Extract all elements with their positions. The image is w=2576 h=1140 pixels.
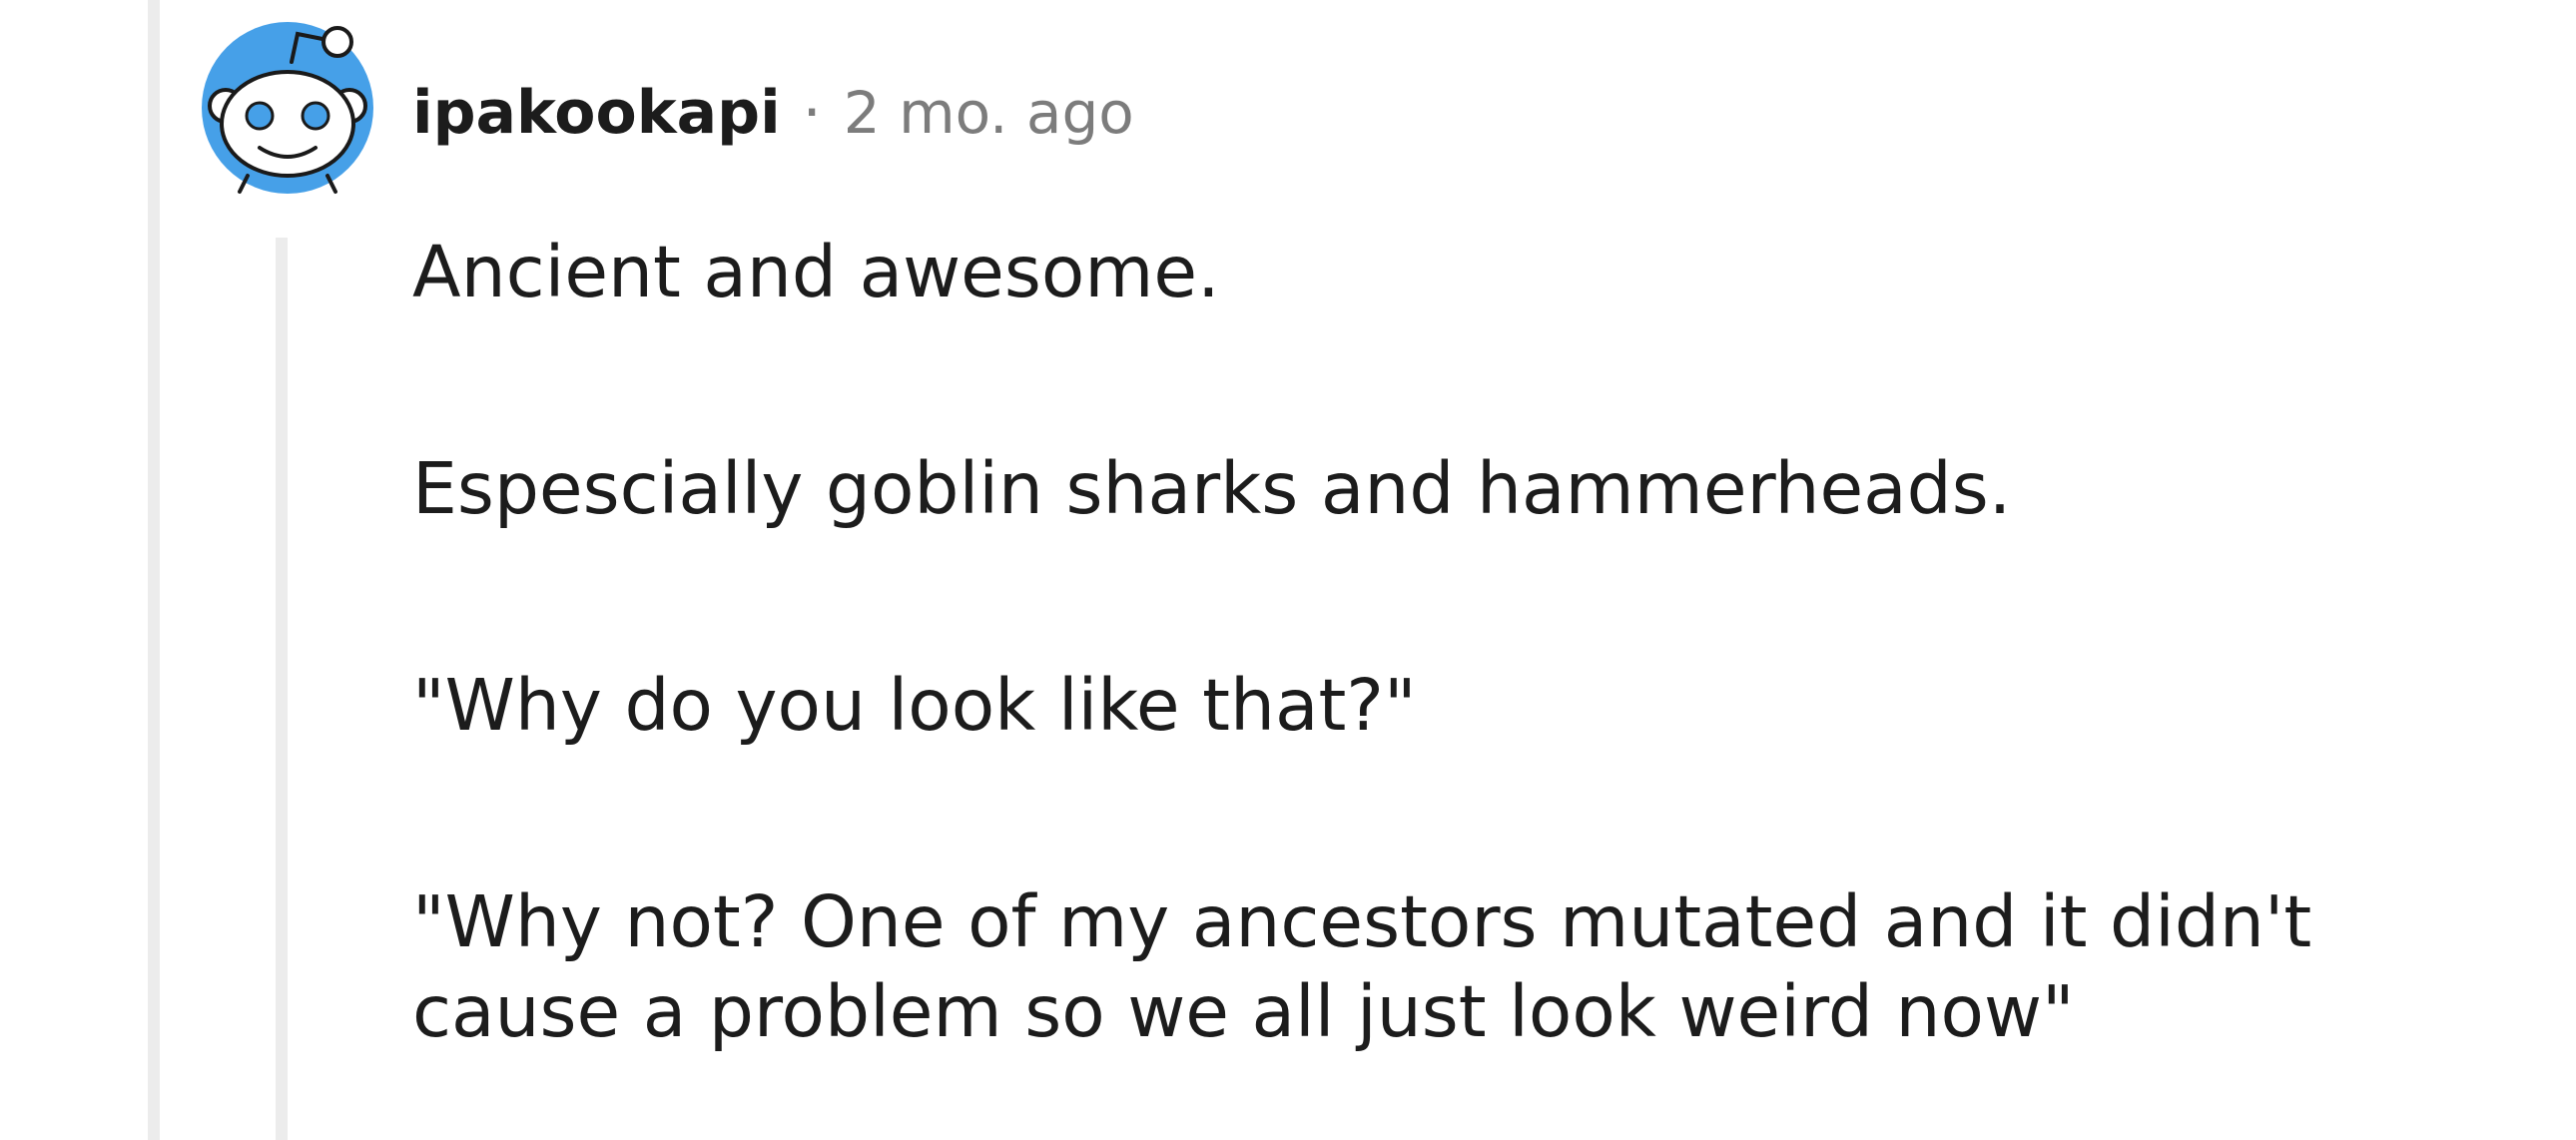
meta-separator: ·	[802, 78, 822, 148]
user-avatar[interactable]	[200, 20, 375, 196]
comment-paragraph: "Why not? One of my ancestors mutated an…	[412, 880, 2312, 1053]
reddit-snoo-avatar-icon	[202, 22, 373, 194]
comment-timestamp[interactable]: 2 mo. ago	[844, 79, 1134, 147]
comment-author-link[interactable]: ipakookapi	[412, 78, 781, 148]
comment-thread-line[interactable]	[276, 238, 288, 1140]
comment-paragraph: Ancient and awesome.	[412, 231, 1220, 313]
comment-paragraph: "Why do you look like that?"	[412, 664, 1417, 747]
comment-paragraph: Espescially goblin sharks and hammerhead…	[412, 447, 2012, 530]
comment-header: ipakookapi · 2 mo. ago	[412, 68, 1134, 158]
parent-thread-line[interactable]	[148, 0, 160, 1140]
comment-body: Ancient and awesome. Espescially goblin …	[412, 228, 2539, 1057]
